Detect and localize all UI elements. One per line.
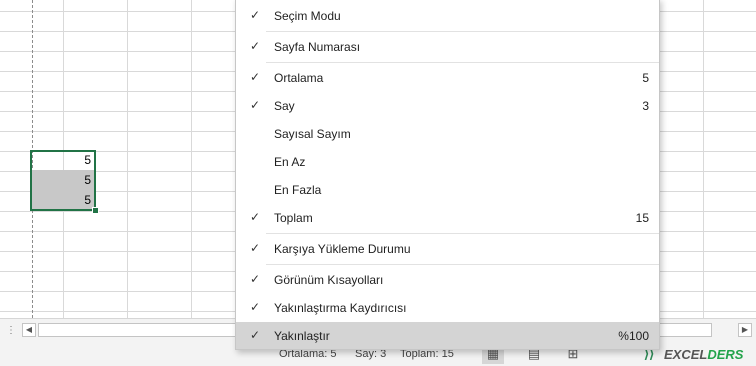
menu-item-label: Ortalama bbox=[274, 71, 324, 85]
check-icon: ✓ bbox=[250, 210, 261, 224]
menu-item-label: Toplam bbox=[274, 211, 313, 225]
check-icon: ✓ bbox=[250, 300, 261, 314]
menu-item-label: Seçim Modu bbox=[274, 9, 341, 23]
check-icon: ✓ bbox=[250, 241, 261, 255]
menu-item-label: Sayfa Numarası bbox=[274, 40, 361, 54]
menu-item-upload-status[interactable]: ✓ Karşıya Yükleme Durumu bbox=[236, 235, 659, 263]
menu-separator bbox=[266, 62, 659, 63]
menu-item-label: En Az bbox=[274, 155, 306, 169]
menu-item-label: Say bbox=[274, 99, 295, 113]
watermark-part-2: DERS bbox=[707, 347, 744, 362]
scroll-left-button[interactable]: ◀ bbox=[22, 323, 36, 337]
watermark-part-1: EXCEL bbox=[664, 347, 708, 362]
check-icon: ✓ bbox=[250, 272, 261, 286]
menu-item-page-number[interactable]: ✓ Sayfa Numarası bbox=[236, 33, 659, 61]
menu-item-sum[interactable]: ✓ Toplam 15 bbox=[236, 204, 659, 232]
menu-item-label: Sayısal Sayım bbox=[274, 127, 351, 141]
watermark-logo: EXCELDERS bbox=[664, 347, 743, 362]
chevron-right-icon: ▶ bbox=[741, 325, 749, 334]
menu-item-maximum[interactable]: En Fazla bbox=[236, 176, 659, 204]
selection-border bbox=[30, 150, 96, 211]
menu-item-zoom[interactable]: ✓ Yakınlaştır %100 bbox=[236, 322, 659, 349]
menu-item-value: %100 bbox=[618, 329, 649, 343]
menu-item-label: En Fazla bbox=[274, 183, 322, 197]
status-bar-context-menu: ✓ Seçim Modu ✓ Sayfa Numarası ✓ Ortalama… bbox=[235, 0, 660, 350]
check-icon: ✓ bbox=[250, 39, 261, 53]
check-icon: ✓ bbox=[250, 70, 261, 84]
sheet-tab-split-handle[interactable]: ⋮ bbox=[6, 325, 17, 336]
menu-item-count[interactable]: ✓ Say 3 bbox=[236, 92, 659, 120]
fill-handle[interactable] bbox=[92, 207, 99, 214]
chevron-left-icon: ◀ bbox=[25, 325, 33, 334]
menu-item-view-shortcuts[interactable]: ✓ Görünüm Kısayolları bbox=[236, 266, 659, 294]
menu-item-numerical-count[interactable]: Sayısal Sayım bbox=[236, 120, 659, 148]
menu-item-value: 15 bbox=[635, 211, 649, 225]
menu-separator bbox=[266, 264, 659, 265]
menu-item-label: Karşıya Yükleme Durumu bbox=[274, 242, 411, 256]
check-icon: ✓ bbox=[250, 328, 261, 342]
menu-item-label: Görünüm Kısayolları bbox=[274, 273, 384, 287]
menu-item-selection-mode[interactable]: ✓ Seçim Modu bbox=[236, 2, 659, 30]
menu-item-average[interactable]: ✓ Ortalama 5 bbox=[236, 64, 659, 92]
menu-item-label: Yakınlaştırma Kaydırıcısı bbox=[274, 301, 407, 315]
scroll-right-button[interactable]: ▶ bbox=[738, 323, 752, 337]
check-icon: ✓ bbox=[250, 98, 261, 112]
menu-item-value: 3 bbox=[642, 99, 649, 113]
menu-separator bbox=[266, 233, 659, 234]
check-icon: ✓ bbox=[250, 8, 261, 22]
menu-item-zoom-slider[interactable]: ✓ Yakınlaştırma Kaydırıcısı bbox=[236, 294, 659, 322]
menu-separator bbox=[266, 31, 659, 32]
menu-item-value: 5 bbox=[642, 71, 649, 85]
menu-item-minimum[interactable]: En Az bbox=[236, 148, 659, 176]
menu-item-label: Yakınlaştır bbox=[274, 329, 330, 343]
